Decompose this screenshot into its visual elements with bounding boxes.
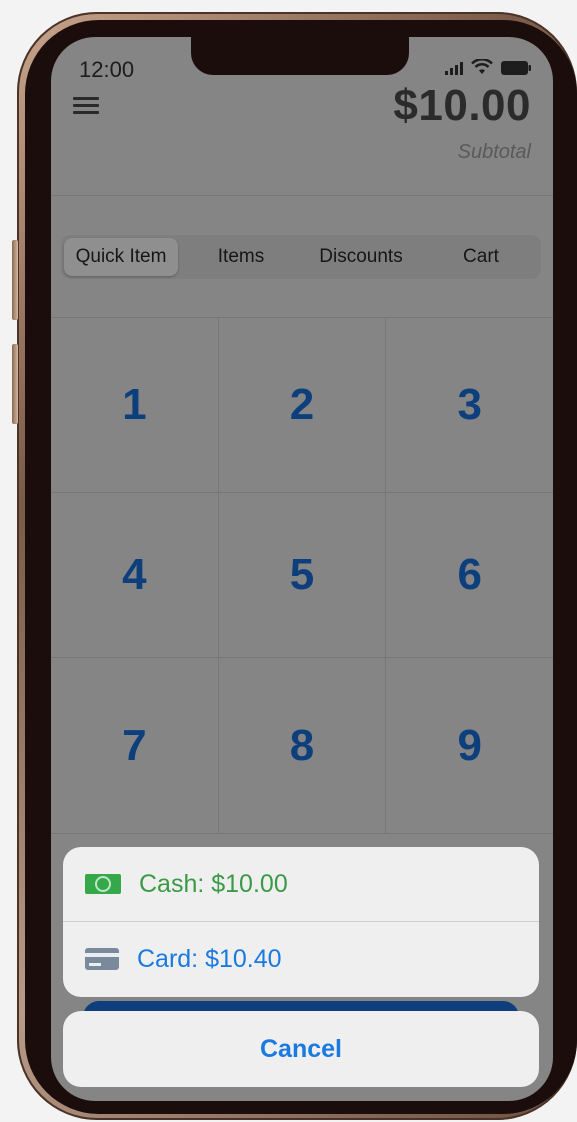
card-option-label: Card: $10.40 (137, 944, 282, 973)
credit-card-icon (85, 948, 119, 970)
menu-icon[interactable] (73, 97, 99, 117)
signal-icon (445, 61, 463, 75)
volume-up-button (12, 240, 18, 320)
cash-payment-option[interactable]: Cash: $10.00 (63, 847, 539, 921)
cancel-button[interactable]: Cancel (63, 1011, 539, 1087)
card-payment-option[interactable]: Card: $10.40 (63, 921, 539, 996)
payment-action-sheet: Cash: $10.00 Card: $10.40 (63, 847, 539, 997)
status-time: 12:00 (79, 57, 135, 82)
key-2[interactable]: 2 (218, 317, 387, 493)
keypad: 1 2 3 4 5 6 7 8 9 (51, 317, 553, 834)
category-tabs: Quick Item Items Discounts Cart (61, 235, 541, 279)
tab-discounts[interactable]: Discounts (304, 238, 418, 276)
status-icons (445, 59, 531, 75)
key-4[interactable]: 4 (51, 493, 219, 658)
wifi-icon (471, 59, 493, 74)
key-3[interactable]: 3 (386, 317, 553, 493)
key-9[interactable]: 9 (386, 658, 553, 834)
total-amount: $10.00 (393, 81, 531, 130)
tab-items[interactable]: Items (184, 238, 298, 276)
subtotal-label: Subtotal (457, 141, 531, 163)
header-divider (51, 195, 553, 196)
tab-cart[interactable]: Cart (424, 238, 538, 276)
cash-icon (85, 874, 121, 894)
key-7[interactable]: 7 (51, 658, 219, 834)
app-screen: 12:00 $10.00 Subtotal Quick Item Items D… (51, 37, 553, 1101)
tab-quick-item[interactable]: Quick Item (64, 238, 178, 276)
volume-down-button (12, 344, 18, 424)
cash-option-label: Cash: $10.00 (139, 869, 288, 898)
key-5[interactable]: 5 (218, 493, 387, 658)
battery-icon (501, 61, 531, 75)
key-1[interactable]: 1 (51, 317, 219, 493)
notch (191, 37, 409, 75)
key-8[interactable]: 8 (218, 658, 387, 834)
key-6[interactable]: 6 (386, 493, 553, 658)
